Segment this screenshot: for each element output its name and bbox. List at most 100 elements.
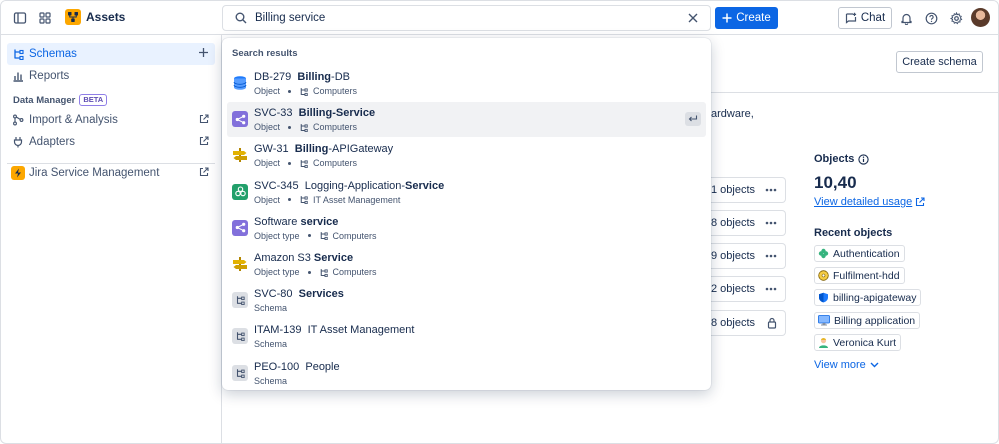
import-flow-icon	[7, 114, 29, 126]
view-detailed-usage-link[interactable]: View detailed usage	[814, 196, 925, 208]
recent-object-label: Fulfilment-hdd	[833, 269, 900, 282]
more-icon[interactable]	[765, 221, 777, 225]
top-navigation: Assets Billing service Create Chat	[1, 1, 998, 35]
sidebar-item-reports[interactable]: Reports	[7, 65, 215, 87]
search-result-item[interactable]: SVC-33 Billing-Service Object Computers	[227, 102, 706, 138]
object-count: 9 objects	[711, 250, 756, 262]
result-name: Logging-Application-	[304, 179, 406, 192]
search-result-meta: Schema	[254, 303, 287, 313]
search-icon	[235, 12, 247, 24]
result-key: SVC-33	[254, 107, 299, 120]
sidebar-item-label: Schemas	[29, 48, 77, 60]
clear-search-icon[interactable]	[688, 13, 698, 23]
schema-object-count-row[interactable]: 8 objects	[711, 310, 786, 336]
result-name-suffix: -APIGateway	[328, 143, 394, 156]
external-link-icon	[199, 167, 209, 180]
search-result-meta: Object Computers	[254, 158, 357, 168]
search-result-title: PEO-100 People	[254, 361, 340, 373]
settings-gear-icon[interactable]	[945, 7, 967, 29]
object-count: 1 objects	[711, 184, 756, 196]
result-type: Object	[254, 86, 281, 96]
app-icon	[232, 183, 248, 200]
search-result-item[interactable]: GW-31 Billing-APIGateway Object Computers	[227, 138, 706, 173]
search-result-item[interactable]: DB-279 Billing-DB Object Computers	[227, 66, 706, 101]
recent-object-chip[interactable]: Billing application	[814, 312, 921, 329]
help-icon[interactable]	[920, 7, 942, 29]
schema-object-count-row[interactable]: 1 objects	[711, 177, 786, 203]
app-switcher-icon[interactable]	[34, 7, 56, 29]
search-result-title: SVC-345 Logging-Application-Service	[254, 180, 444, 192]
gateway-icon	[232, 256, 248, 272]
sidebar-item-label: Reports	[29, 70, 70, 82]
chevron-down-icon	[870, 362, 879, 368]
result-match-highlight: Billing-Service	[298, 107, 376, 120]
more-icon[interactable]	[765, 287, 777, 291]
sidebar-item-adapters[interactable]: Adapters	[7, 131, 215, 153]
app-window: Assets Billing service Create Chat Schem…	[0, 0, 999, 444]
search-result-meta: Object type Computers	[254, 267, 377, 277]
search-result-item[interactable]: SVC-345 Logging-Application-Service Objec…	[227, 175, 706, 210]
result-match-highlight: Services	[298, 288, 344, 301]
app-logo[interactable]: Assets	[65, 9, 125, 25]
create-button[interactable]: Create	[715, 7, 778, 29]
schema-object-count-row[interactable]: 9 objects	[711, 243, 786, 269]
info-icon[interactable]	[858, 153, 870, 165]
search-result-item[interactable]: ITAM-139 IT Asset Management Schema	[227, 319, 706, 354]
more-icon[interactable]	[765, 188, 777, 192]
search-result-meta: Object IT Asset Management	[254, 195, 400, 205]
result-key: PEO-100	[254, 360, 306, 373]
add-schema-icon[interactable]	[198, 47, 209, 61]
notifications-bell-icon[interactable]	[895, 7, 917, 29]
separator-dot	[288, 89, 292, 93]
recent-object-chip[interactable]: Fulfilment-hdd	[814, 267, 905, 284]
schema-object-count-row[interactable]: 8 objects	[711, 210, 786, 236]
user-avatar[interactable]	[971, 8, 990, 27]
result-schema: IT Asset Management	[313, 194, 401, 205]
result-type: Object	[254, 122, 281, 133]
search-results-dropdown: Search results DB-279 Billing-DB Object Co…	[222, 38, 711, 390]
result-match-highlight: Billing	[297, 71, 332, 83]
more-icon[interactable]	[765, 254, 777, 258]
schema-tree-icon	[299, 195, 308, 205]
view-usage-label: View detailed usage	[814, 196, 913, 208]
result-name: Software	[254, 215, 301, 228]
recent-object-chip[interactable]: Veronica Kurt	[814, 334, 902, 351]
schema-icon	[232, 328, 248, 345]
search-result-item[interactable]: Amazon S3 Service Object type Computers	[227, 247, 706, 282]
result-match-highlight: Service	[405, 179, 445, 192]
search-result-item[interactable]: SVC-80 Services Schema	[227, 283, 706, 318]
recent-object-chip[interactable]: Authentication	[814, 245, 905, 262]
search-result-title: Software service	[254, 216, 338, 228]
recent-object-chip[interactable]: billing-apigateway	[814, 289, 922, 306]
view-more-link[interactable]: View more	[814, 359, 879, 371]
sidebar-toggle-icon[interactable]	[9, 7, 31, 29]
sidebar-item-import-analysis[interactable]: Import & Analysis	[7, 109, 215, 131]
lock-icon	[767, 317, 777, 329]
separator-dot	[307, 270, 311, 274]
sidebar-item-schemas[interactable]: Schemas	[7, 43, 215, 65]
disk-icon	[818, 270, 829, 281]
result-type: Schema	[254, 303, 288, 314]
schema-tree-icon	[7, 48, 29, 60]
search-result-item[interactable]: Software service Object type Computers	[227, 211, 706, 246]
chat-button[interactable]: Chat	[838, 7, 892, 29]
create-schema-button[interactable]: Create schema	[896, 51, 983, 73]
sidebar-item-jira-service-management[interactable]: Jira Service Management	[7, 162, 215, 184]
monitor-icon	[818, 315, 830, 326]
result-match-highlight: Billing	[294, 143, 329, 156]
search-input[interactable]: Billing service	[255, 12, 688, 24]
search-result-meta: Object type Computers	[254, 231, 377, 241]
schema-tree-icon	[299, 87, 308, 96]
clover-icon	[818, 248, 829, 259]
data-manager-section: Data Manager BETA	[13, 94, 108, 106]
object-count: 2 objects	[711, 283, 756, 295]
result-name: IT Asset Management	[307, 324, 415, 337]
search-result-meta: Schema	[254, 376, 287, 386]
search-result-item[interactable]: PEO-100 People Schema	[227, 356, 706, 391]
separator-dot	[307, 234, 311, 238]
database-icon	[232, 75, 248, 91]
result-type: Object type	[254, 267, 300, 277]
schema-icon	[232, 364, 248, 381]
schema-object-count-row[interactable]: 2 objects	[711, 276, 786, 302]
search-field[interactable]: Billing service	[222, 5, 711, 31]
